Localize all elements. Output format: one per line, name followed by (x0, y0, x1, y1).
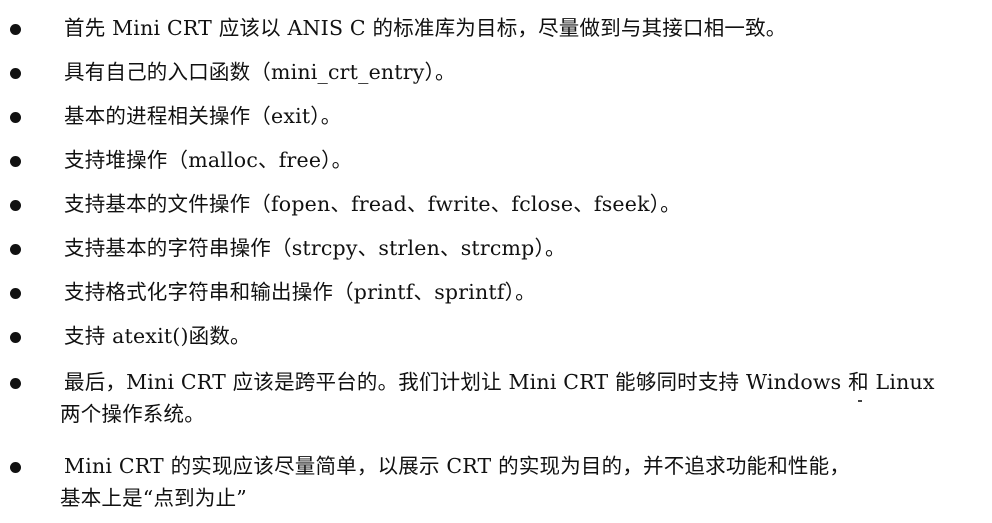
bullet-icon (10, 24, 21, 35)
bullet-icon (10, 378, 21, 389)
document-page: 首先 Mini CRT 应该以 ANIS C 的标准库为目标，尽量做到与其接口相… (0, 0, 992, 523)
list-item-text: 支持格式化字符串和输出操作（printf、sprintf）。 (64, 280, 536, 304)
list-item-text: 支持堆操作（malloc、free）。 (64, 148, 353, 172)
list-item-text: 基本的进程相关操作（exit）。 (64, 104, 342, 128)
bullet-icon (10, 112, 21, 123)
list-item-text: 支持基本的文件操作（fopen、fread、fwrite、fclose、fsee… (64, 192, 681, 216)
list-item-continuation: 基本上是“点到为止” (60, 486, 247, 510)
bullet-icon (10, 462, 21, 473)
list-item-text: 具有自己的入口函数（mini_crt_entry）。 (64, 60, 456, 84)
bullet-icon (10, 156, 21, 167)
bullet-icon (10, 244, 21, 255)
scan-artifact (858, 400, 862, 402)
list-item-text: 支持基本的字符串操作（strcpy、strlen、strcmp）。 (64, 236, 566, 260)
bullet-icon (10, 332, 21, 343)
bullet-icon (10, 288, 21, 299)
list-item-text: Mini CRT 的实现应该尽量简单，以展示 CRT 的实现为目的，并不追求功能… (64, 454, 851, 478)
list-item-text: 首先 Mini CRT 应该以 ANIS C 的标准库为目标，尽量做到与其接口相… (64, 16, 787, 40)
bullet-icon (10, 68, 21, 79)
bullet-icon (10, 200, 21, 211)
list-item-continuation: 两个操作系统。 (60, 402, 205, 426)
list-item-text: 最后，Mini CRT 应该是跨平台的。我们计划让 Mini CRT 能够同时支… (64, 370, 935, 394)
list-item-text: 支持 atexit()函数。 (64, 324, 251, 348)
